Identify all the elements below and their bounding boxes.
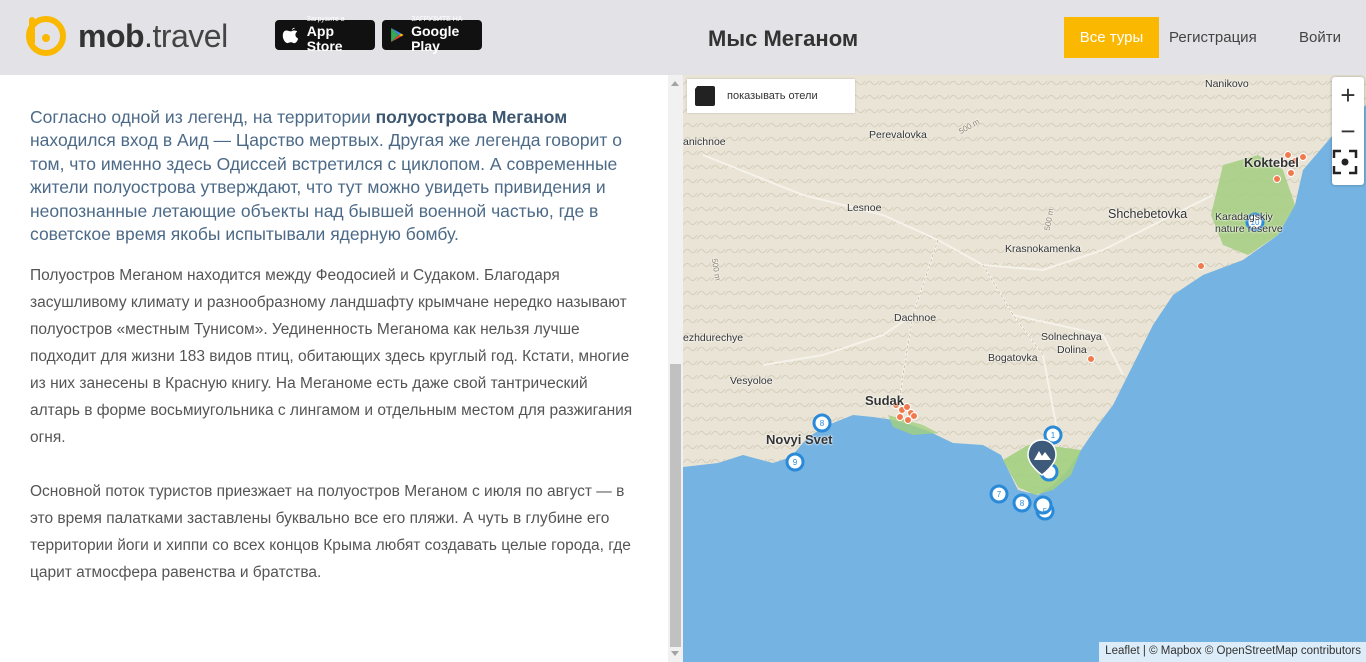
logo[interactable]: mob.travel (24, 14, 228, 58)
marker-label: 5 (1043, 507, 1048, 516)
all-tours-button[interactable]: Все туры (1064, 17, 1159, 58)
checkmark-icon (688, 81, 700, 92)
marker-label: 1 (1051, 431, 1056, 440)
label-anichnoe: anichnoe (683, 136, 726, 148)
logo-mark-icon (26, 16, 66, 56)
article-lead: Согласно одной из легенд, на территории … (30, 106, 640, 246)
marker-label: 8 (1020, 499, 1025, 508)
hotel-marker[interactable] (910, 412, 918, 420)
label-vesyoloe: Vesyoloe (730, 375, 773, 387)
label-karadag: Karadagskiy (1215, 211, 1273, 223)
app-store-big: App Store (306, 23, 343, 54)
article-paragraph-2: Основной поток туристов приезжает на пол… (30, 483, 631, 581)
label-dachnoe: Dachnoe (894, 312, 937, 324)
show-hotels-checkbox[interactable] (688, 81, 715, 106)
label-bogatovka: Bogatovka (988, 352, 1038, 364)
label-nanikovo: Nanikovo (1205, 78, 1249, 90)
apple-icon (282, 27, 299, 44)
scroll-thumb[interactable] (670, 364, 681, 647)
label-shchebetovka: Shchebetovka (1108, 207, 1188, 221)
hotel-marker[interactable] (1197, 262, 1205, 270)
article-content: Согласно одной из легенд, на территории … (0, 75, 668, 662)
google-play-button[interactable]: ЗАГРУЗИТЕ НА Google Play (382, 16, 482, 54)
hotel-marker[interactable] (1287, 169, 1295, 177)
logo-text-light: travel (152, 17, 228, 54)
label-solnechnaya: Solnechnaya (1041, 331, 1102, 343)
login-link[interactable]: Войти (1299, 29, 1341, 46)
marker-label: 7 (997, 490, 1002, 499)
logo-text: mob.travel (78, 18, 228, 55)
register-link[interactable]: Регистрация (1169, 29, 1257, 46)
logo-text-bold: mob (78, 17, 145, 54)
content-scrollbar[interactable] (668, 75, 683, 662)
hotel-marker[interactable] (896, 413, 904, 421)
show-hotels-label: показывать отели (727, 90, 818, 102)
label-mezhdurechye: ezhdurechye (683, 332, 744, 344)
marker-label: 8 (820, 419, 825, 428)
label-novyi-svet: Novyi Svet (766, 432, 833, 447)
lead-bold: полуострова Меганом (375, 107, 568, 127)
page-title: Мыс Меганом (708, 26, 859, 51)
marker-label: 9 (793, 458, 798, 467)
zoom-out-button[interactable]: − (1332, 114, 1364, 148)
fullscreen-icon (1332, 149, 1358, 175)
label-lesnoe: Lesnoe (847, 202, 882, 214)
label-sudak: Sudak (865, 393, 905, 408)
scroll-up-arrow-icon[interactable] (671, 81, 679, 86)
article-paragraph-1: Полуостров Меганом находится между Феодо… (30, 267, 633, 446)
hotel-marker[interactable] (1299, 153, 1307, 161)
label-krasnokamenka: Krasnokamenka (1005, 243, 1081, 255)
site-header: mob.travel Загрузите в App Store ЗАГРУЗИ… (0, 0, 1366, 75)
label-koktebel: Koktebel (1244, 155, 1299, 170)
zoom-control: + − (1332, 77, 1364, 185)
zoom-in-button[interactable]: + (1332, 78, 1364, 112)
label-dolina: Dolina (1057, 344, 1087, 356)
google-play-big: Google Play (411, 23, 460, 54)
lead-before: Согласно одной из легенд, на территории (30, 107, 376, 127)
hotel-marker[interactable] (1273, 175, 1281, 183)
label-reserve: nature reserve (1215, 223, 1283, 235)
show-hotels-toggle[interactable]: показывать отели (687, 79, 855, 113)
hotel-marker[interactable] (1087, 355, 1095, 363)
app-store-button[interactable]: Загрузите в App Store (275, 16, 375, 54)
fullscreen-button[interactable] (1332, 149, 1364, 183)
map-attribution[interactable]: Leaflet | © Mapbox © OpenStreetMap contr… (1099, 642, 1366, 662)
scroll-down-arrow-icon[interactable] (671, 651, 679, 656)
map-view[interactable]: 8 9 1 7 8 5 10 Nanikovo Perevalovka anic… (683, 75, 1366, 662)
google-play-icon (391, 28, 404, 42)
label-perevalovka: Perevalovka (869, 129, 927, 141)
lead-after: находился вход в Аид — Царство мертвых. … (30, 130, 622, 245)
